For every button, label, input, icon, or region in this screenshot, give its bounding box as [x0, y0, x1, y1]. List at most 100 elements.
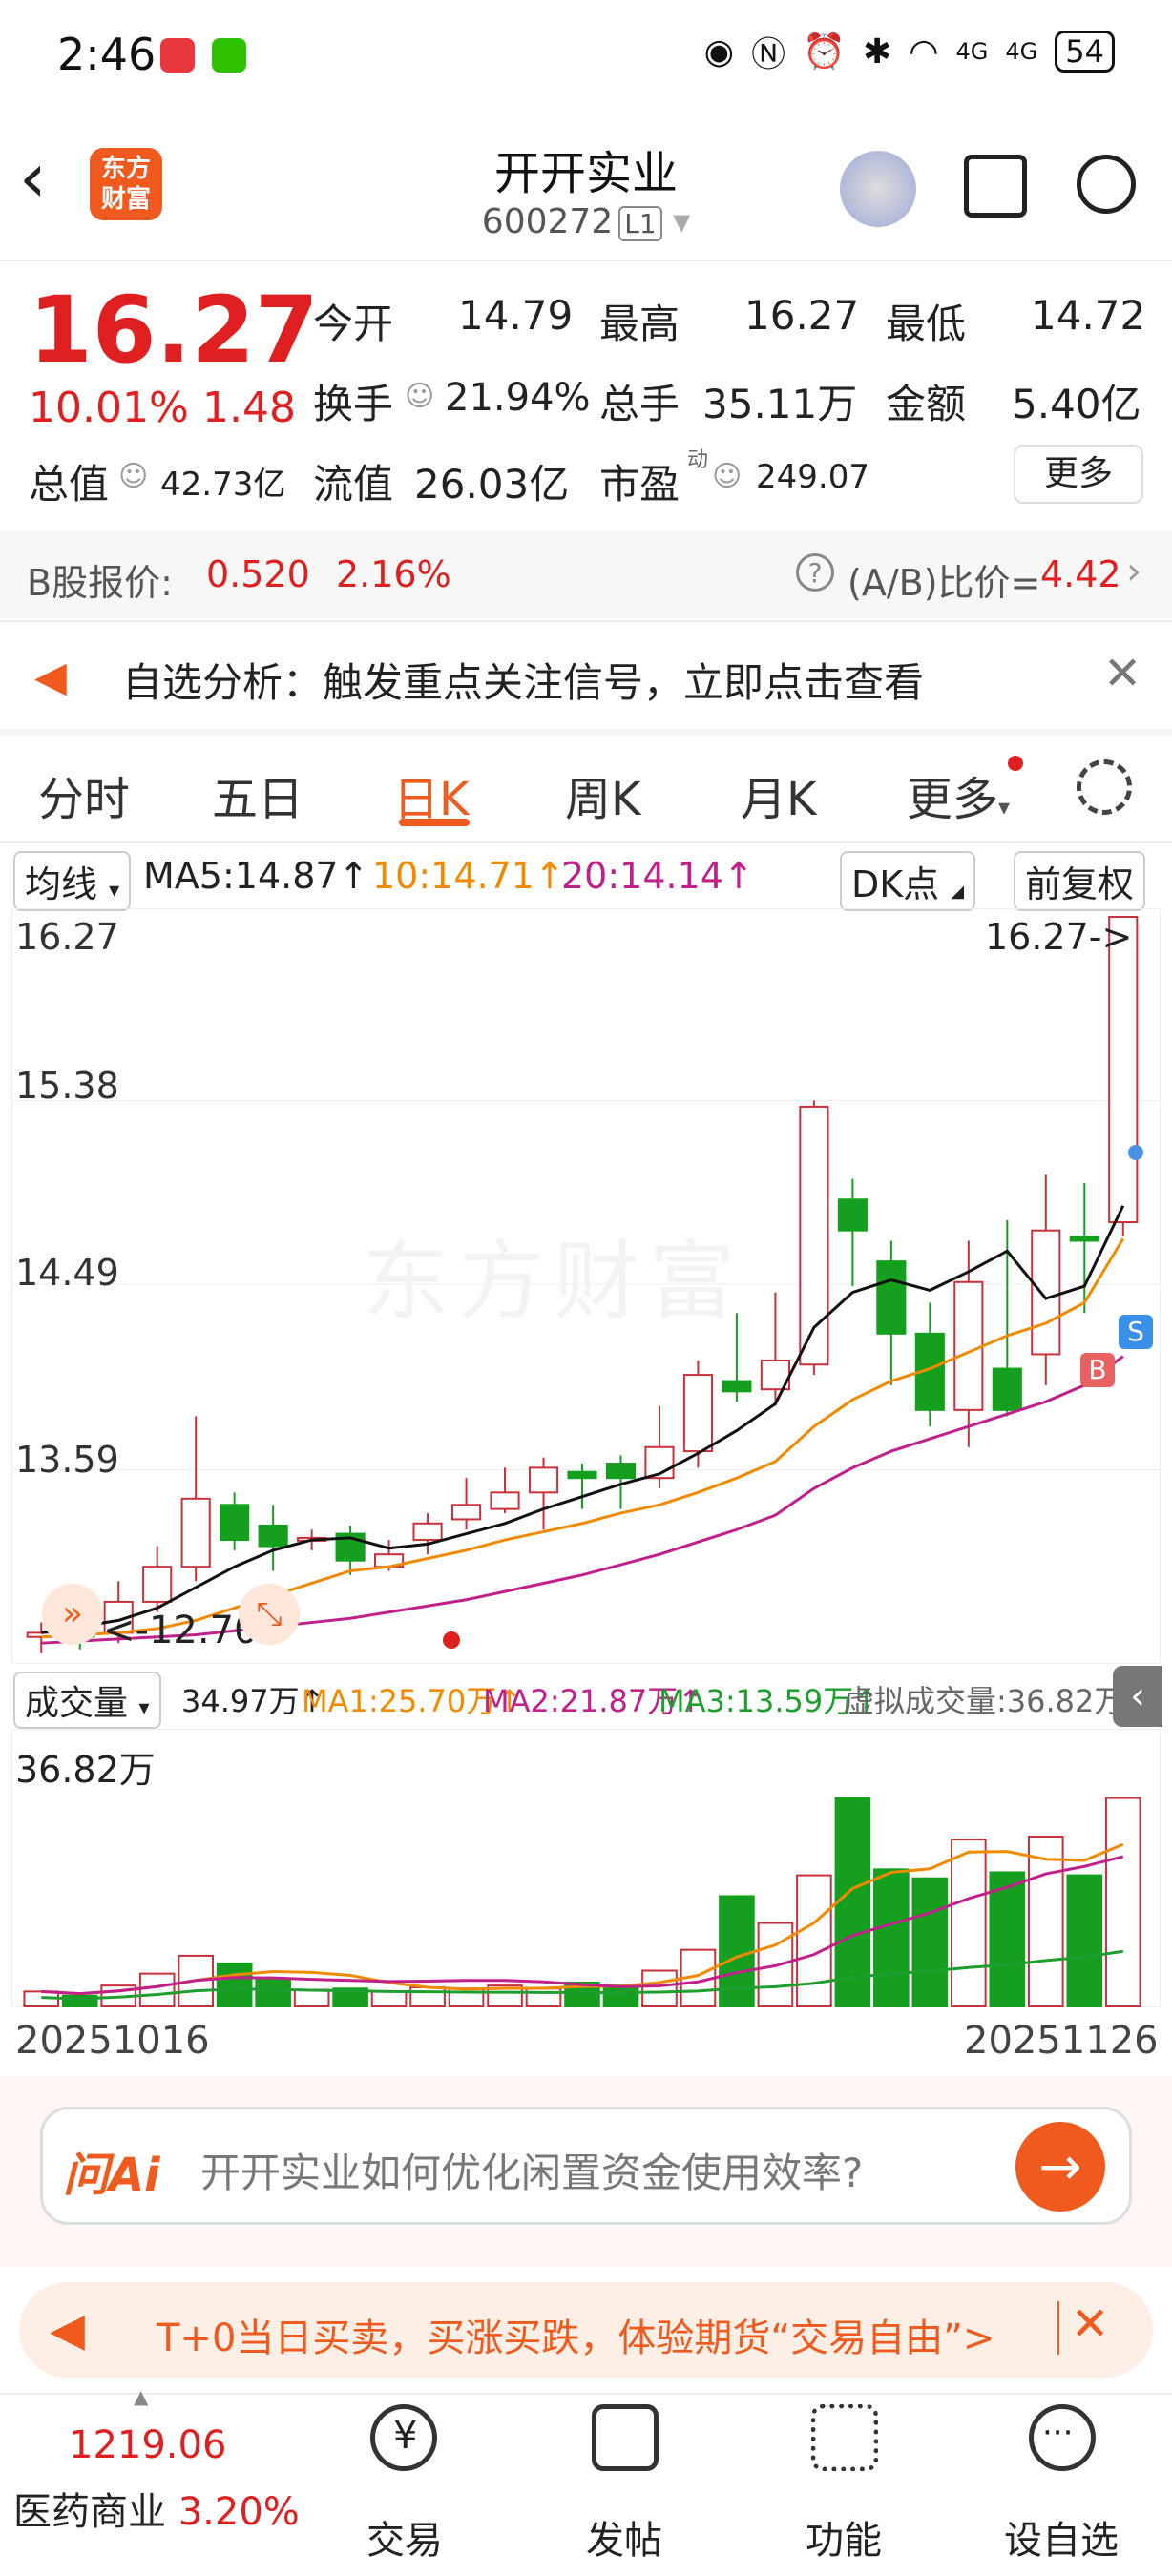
tab-5day[interactable]: 五日	[212, 761, 303, 828]
ma10-value: 10:14.71↑	[372, 855, 565, 897]
tab-month-k[interactable]: 月K	[741, 761, 816, 828]
volume-bar	[641, 1969, 678, 2007]
info-icon-2[interactable]: ☺	[118, 460, 148, 493]
more-button[interactable]: 更多	[1014, 445, 1143, 504]
low-price-marker: <-12.70	[103, 1609, 259, 1652]
ai-logo: 问Ai	[63, 2149, 160, 2202]
candle	[1108, 916, 1139, 1224]
event-dot[interactable]	[443, 1631, 460, 1649]
candle	[490, 1491, 520, 1510]
info-icon-3[interactable]: ☺	[712, 460, 742, 493]
nav-functions[interactable]: 功能	[777, 2509, 910, 2565]
tab-timeshare[interactable]: 分时	[38, 761, 130, 828]
candle	[1069, 1236, 1099, 1242]
sector-index[interactable]: 1219.06	[69, 2423, 226, 2467]
open-label: 今开	[313, 301, 394, 347]
battery-icon: 54	[1055, 31, 1115, 73]
open-value: 14.79	[458, 292, 574, 339]
nav-add-watchlist[interactable]: 设自选	[994, 2509, 1128, 2565]
candle	[837, 1198, 868, 1232]
virtual-volume: 虚拟成交量:36.82万	[844, 1683, 1125, 1719]
volume-chart[interactable]	[12, 1730, 1162, 2008]
tab-week-k[interactable]: 周K	[565, 761, 640, 828]
tab-more[interactable]: 更多▾	[907, 761, 1010, 828]
candle	[258, 1524, 288, 1548]
bluetooth-icon: ✱	[862, 31, 892, 72]
close-icon[interactable]: ✕	[1103, 647, 1141, 700]
y-label-4: 13.59	[15, 1439, 119, 1481]
volume-bar	[409, 1986, 446, 2007]
signal-icon: 4G	[955, 38, 989, 65]
mcap-label: 总值	[29, 461, 110, 508]
collapse-panel-icon[interactable]: ‹	[1113, 1666, 1162, 1727]
sector-name[interactable]: 医药商业 3.20%	[13, 2481, 300, 2536]
settings-gear-icon[interactable]	[1077, 759, 1132, 815]
buy-signal-marker[interactable]: B	[1080, 1353, 1115, 1387]
date-end: 20251126	[964, 2019, 1159, 2063]
watermark: 东方财富	[363, 1232, 744, 1332]
volume-bar	[911, 1877, 949, 2007]
caret-up-icon: ▲	[134, 2385, 149, 2408]
ma-selector[interactable]: 均线 ▾	[13, 851, 132, 911]
volume-bar	[796, 1874, 832, 2007]
nav-post[interactable]: 发帖	[557, 2509, 691, 2565]
dk-selector[interactable]: DK点 ◢	[840, 851, 976, 911]
turnover-value: 21.94%	[445, 376, 591, 420]
help-icon[interactable]: ?	[796, 553, 834, 592]
post-edit-icon[interactable]	[592, 2404, 659, 2471]
volume-bar	[293, 1988, 330, 2007]
low-label: 最低	[886, 301, 967, 347]
volume-bar	[989, 1871, 1026, 2007]
eye-icon: ◉	[703, 31, 735, 72]
adjust-selector[interactable]: 前复权	[1014, 851, 1146, 911]
volume-bar	[951, 1839, 987, 2007]
notice-text: 自选分析：触发重点关注信号，立即点击查看	[122, 659, 925, 706]
ai-send-button[interactable]: →	[1015, 2122, 1105, 2212]
float-value: 26.03亿	[414, 461, 570, 508]
wifi-icon: ◠	[909, 31, 939, 72]
candle	[142, 1566, 173, 1603]
nav-trade[interactable]: 交易	[338, 2509, 471, 2565]
volume-bar	[1066, 1874, 1103, 2007]
volume-bar	[216, 1963, 253, 2007]
volume-selector[interactable]: 成交量 ▾	[13, 1672, 161, 1729]
pe-value: 249.07	[756, 458, 869, 496]
signal-icon-2: 4G	[1005, 38, 1038, 65]
candle	[528, 1466, 559, 1494]
huawei-app-icon	[160, 38, 195, 73]
assistant-avatar[interactable]	[840, 151, 916, 227]
status-time: 2:46	[57, 29, 157, 80]
chevron-right-icon: ›	[1126, 550, 1141, 593]
vol-top-label: 36.82万	[15, 1749, 156, 1791]
volume-bar	[255, 1978, 291, 2008]
status-icons: ◉ Ⓝ ⏰ ✱ ◠ 4G 4G 54	[704, 27, 1115, 76]
wechat-icon	[212, 38, 246, 73]
pe-label: 市盈	[599, 461, 680, 508]
status-bar: 2:46 ◉ Ⓝ ⏰ ✱ ◠ 4G 4G 54	[0, 0, 1172, 114]
sell-signal-marker[interactable]: S	[1119, 1315, 1153, 1349]
candle	[450, 1504, 482, 1521]
high-value: 16.27	[744, 292, 860, 339]
change-pct: 10.01%	[29, 384, 189, 432]
ad-close-icon[interactable]: ✕	[1071, 2297, 1109, 2351]
y-label-2: 15.38	[15, 1065, 119, 1107]
speaker-icon: ◀	[34, 653, 67, 701]
nfc-icon: Ⓝ	[751, 35, 786, 74]
candle	[220, 1504, 250, 1542]
ratio-value: 4.42	[1040, 553, 1121, 595]
zoom-icon[interactable]: ⤡	[239, 1584, 300, 1645]
candle	[412, 1522, 443, 1542]
float-label: 流值	[313, 461, 394, 508]
ratio-label: (A/B)比价=	[848, 562, 1041, 604]
volume-bar	[602, 1984, 639, 2007]
expand-left-icon[interactable]: »	[42, 1584, 103, 1645]
volume-chart-area[interactable]	[11, 1729, 1162, 2008]
function-grid-icon[interactable]	[811, 2404, 878, 2471]
share-icon[interactable]	[964, 155, 1027, 218]
volume-bar	[370, 1990, 408, 2007]
info-icon[interactable]: ☺	[405, 380, 434, 413]
ma20-value: 20:14.14↑	[561, 855, 754, 897]
volume-bar	[1027, 1835, 1064, 2007]
last-price-marker: 16.27->	[985, 916, 1133, 958]
search-icon[interactable]	[1077, 155, 1136, 214]
